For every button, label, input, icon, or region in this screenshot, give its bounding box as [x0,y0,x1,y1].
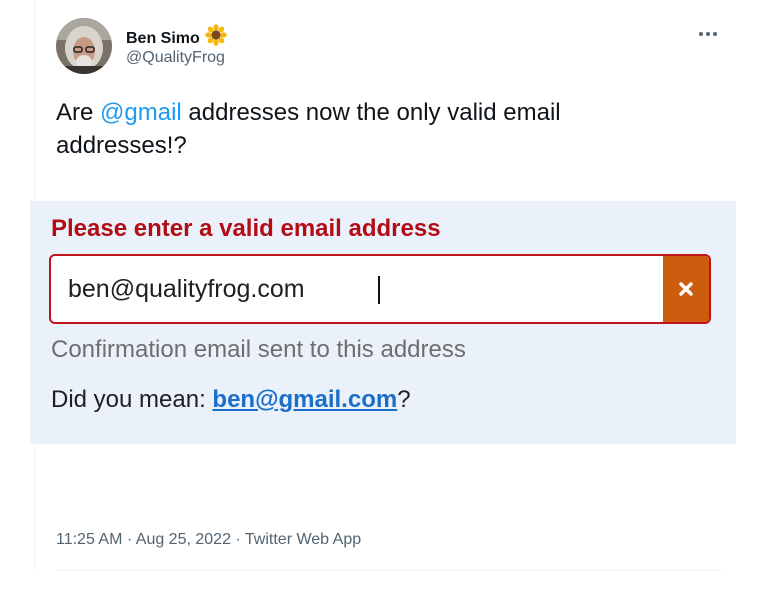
embedded-screenshot-panel: Please enter a valid email address Confi… [30,201,736,444]
tweet-timestamp: 11:25 AM · Aug 25, 2022 · Twitter Web Ap… [56,530,361,550]
mention-link[interactable]: @gmail [100,99,182,126]
suggestion-suffix: ? [397,386,411,413]
more-horizontal-icon [699,32,703,36]
author-handle[interactable]: @QualityFrog [126,48,225,68]
close-x-icon [679,282,693,296]
tweet-text: Are @gmail addresses now the only valid … [56,96,676,162]
tweet-divider [56,570,722,571]
more-dot [706,32,710,36]
tweet-date-link[interactable]: Aug 25, 2022 [136,531,231,548]
confirmation-text: Confirmation email sent to this address [51,336,466,363]
email-field-box [49,254,711,324]
avatar[interactable] [56,18,112,74]
email-error-label: Please enter a valid email address [51,215,441,242]
more-options-button[interactable] [690,22,726,46]
text-caret [378,276,380,304]
tweet-text-before: Are [56,99,101,126]
clear-email-button[interactable] [663,256,709,322]
tweet-source-link[interactable]: Twitter Web App [245,531,361,548]
timestamp-separator: · [122,531,136,548]
tweet-time-link[interactable]: 11:25 AM [56,531,122,548]
more-dot [713,32,717,36]
timestamp-separator: · [230,531,245,548]
avatar-image-icon [56,18,112,74]
suggestion-prefix: Did you mean: [51,386,213,413]
email-input[interactable] [51,256,663,322]
email-suggestion: Did you mean: ben@gmail.com? [51,385,411,415]
suggested-email-link[interactable]: ben@gmail.com [212,386,397,413]
